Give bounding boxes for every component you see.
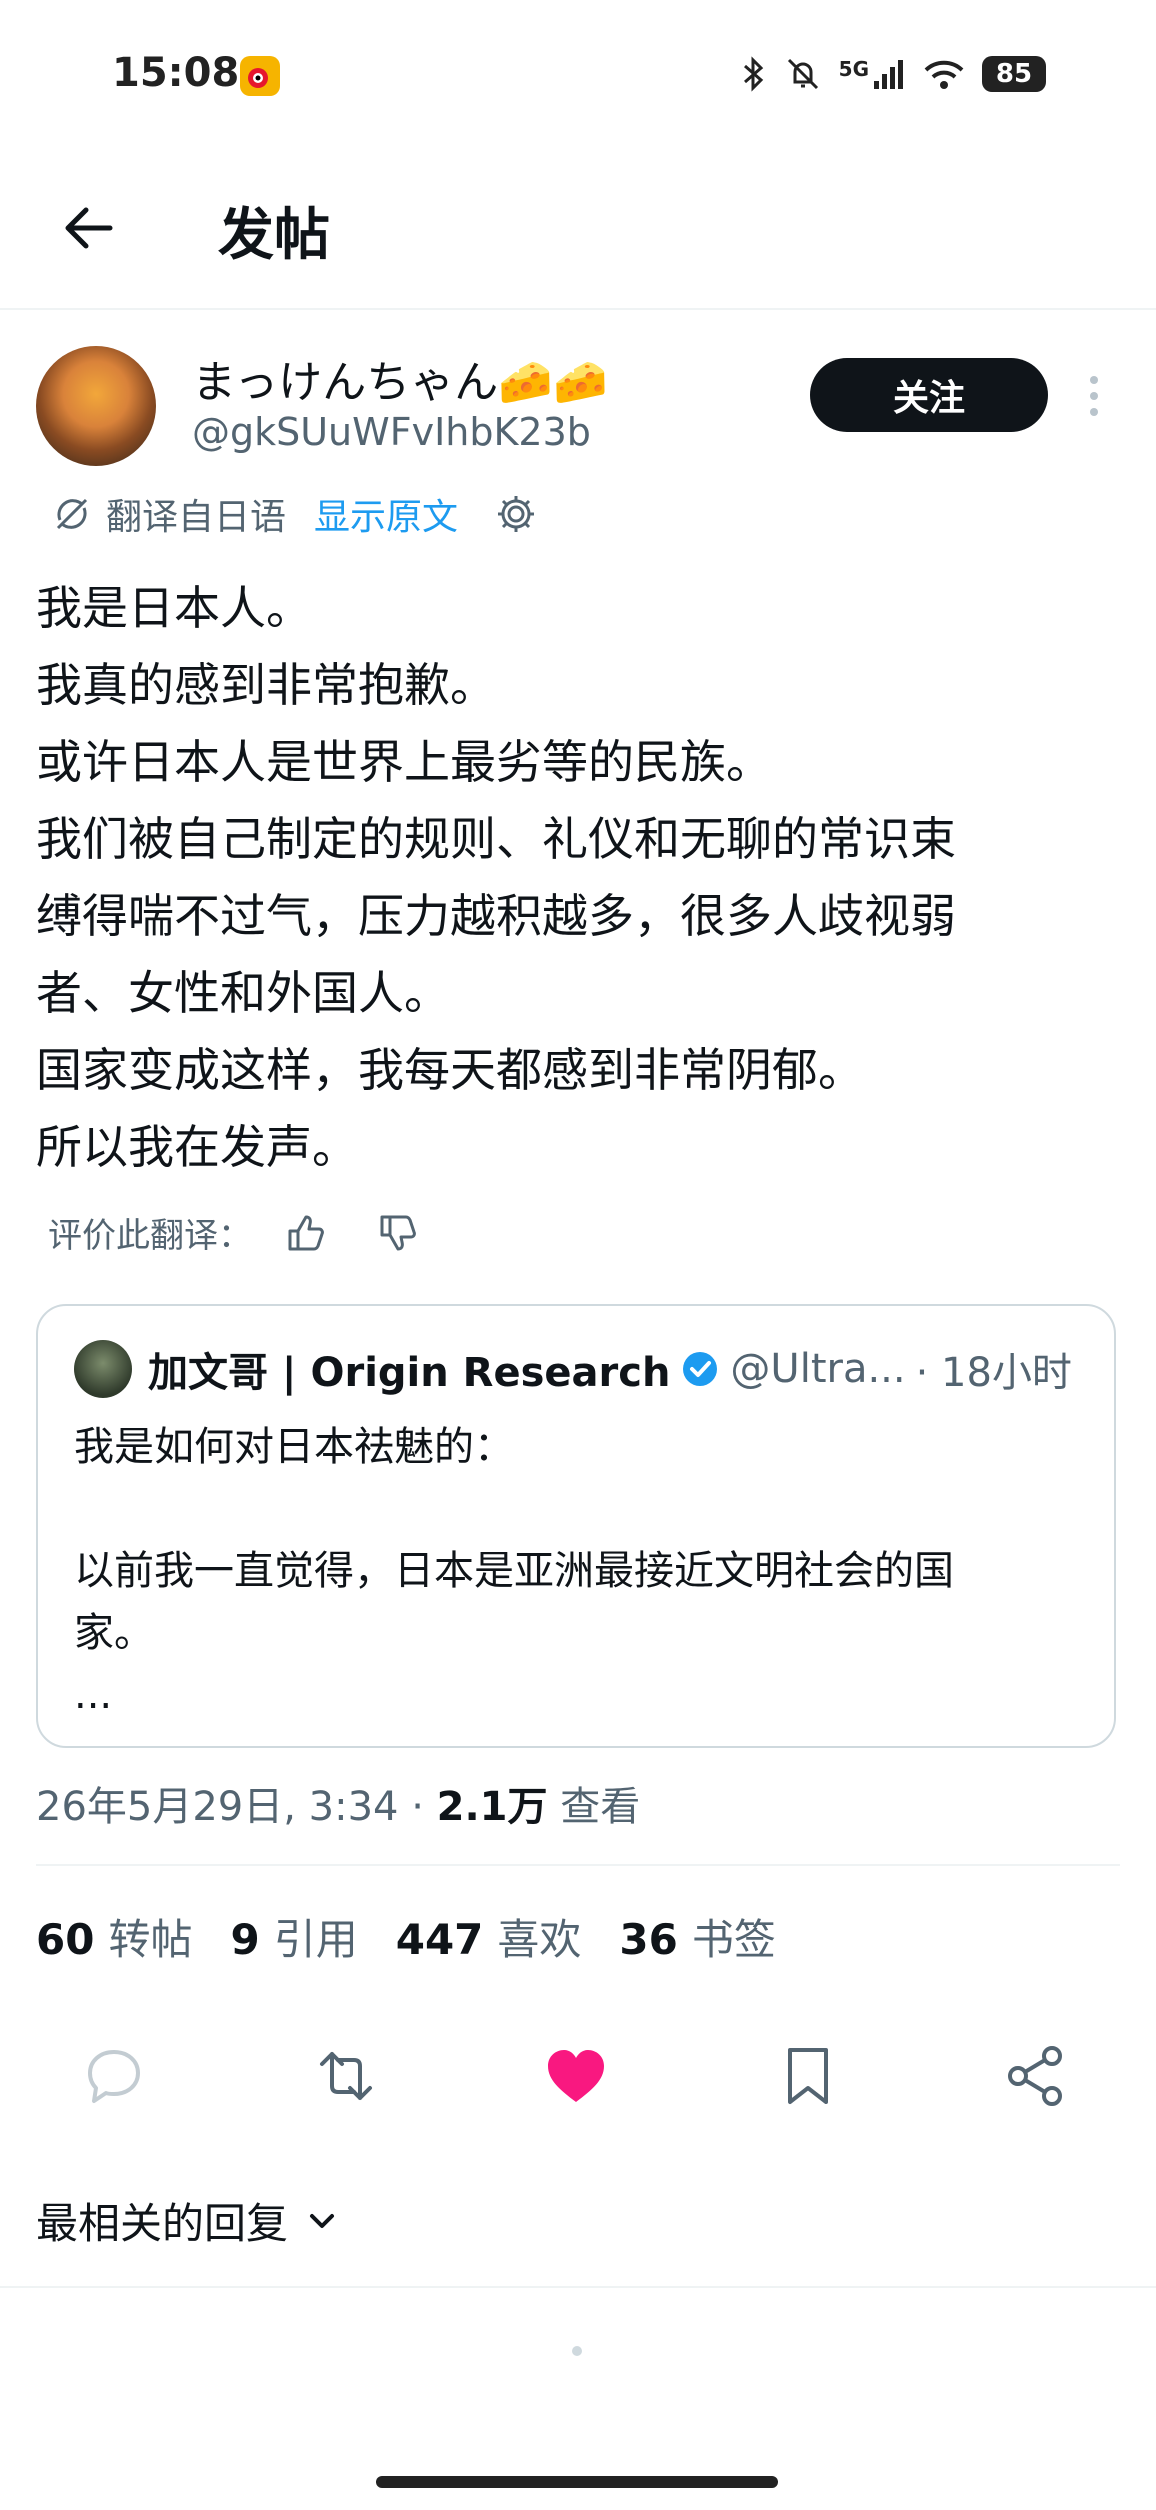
likes-stat[interactable]: 447 喜欢	[396, 1906, 582, 1967]
meta-divider	[36, 1864, 1120, 1866]
quotes-stat[interactable]: 9 引用	[230, 1906, 357, 1967]
tweet-timestamp: 26年5月29日, 3:34 · 2.1万 查看	[36, 1774, 640, 1832]
show-original-link[interactable]: 显示原文	[314, 488, 458, 540]
quoted-tweet-card[interactable]: 加文哥 | Origin Research @Ultra... · 18小时 我…	[36, 1304, 1116, 1748]
loading-indicator	[572, 2346, 582, 2356]
quoted-tweet-header: 加文哥 | Origin Research @Ultra... · 18小时	[148, 1340, 1072, 1398]
tweet-line: 我们被自己制定的规则、礼仪和无聊的常识束	[36, 812, 956, 866]
quotes-label: 引用	[273, 1915, 358, 1964]
quoted-author-name: 加文哥 | Origin Research	[148, 1350, 671, 1396]
bookmark-icon[interactable]	[772, 2040, 844, 2112]
tweet-line: 缚得喘不过气，压力越积越多，很多人歧视弱	[36, 889, 956, 943]
quoted-author-handle: @Ultra...	[730, 1346, 906, 1392]
author-name[interactable]: まっけんちゃん🧀🧀	[192, 346, 608, 410]
reply-sort-dropdown[interactable]: 最相关的回复	[36, 2190, 340, 2251]
reposts-stat[interactable]: 60 转帖	[36, 1906, 192, 1967]
share-icon[interactable]	[1000, 2040, 1072, 2112]
tweet-date: 26年5月29日, 3:34 ·	[36, 1784, 424, 1830]
gear-icon[interactable]	[494, 492, 538, 536]
page-title: 发帖	[218, 203, 330, 268]
reply-sort-label: 最相关的回复	[36, 2199, 289, 2248]
tweet-text: 我是日本人。 我真的感到非常抱歉。 或许日本人是世界上最劣等的民族。 我们被自己…	[36, 570, 1126, 1186]
header-divider	[0, 308, 1156, 310]
weibo-icon	[240, 56, 280, 96]
author-avatar[interactable]	[36, 346, 156, 466]
status-time: 15:08	[112, 50, 240, 96]
battery-level: 85	[995, 59, 1033, 89]
more-options-icon[interactable]	[1080, 374, 1108, 418]
tweet-line: 者、女性和外国人。	[36, 966, 450, 1020]
follow-button[interactable]: 关注	[810, 358, 1048, 432]
quotes-count: 9	[230, 1915, 260, 1964]
bookmarks-label: 书签	[691, 1915, 776, 1964]
translated-from-label: 翻译自日语	[106, 497, 287, 538]
quote-line	[74, 1478, 1084, 1540]
quote-line: 我是如何对日本祛魅的：	[74, 1424, 514, 1470]
tweet-line: 我是日本人。	[36, 581, 312, 635]
engagement-stats: 60 转帖 9 引用 447 喜欢 36 书签	[36, 1906, 776, 1967]
home-indicator[interactable]	[376, 2476, 778, 2488]
quote-line: ...	[74, 1672, 113, 1718]
rate-translation-row: 评价此翻译：	[48, 1208, 420, 1257]
views-label: 查看	[560, 1784, 641, 1830]
repost-icon[interactable]	[310, 2040, 382, 2112]
quoted-tweet-text: 我是如何对日本祛魅的： 以前我一直觉得，日本是亚洲最接近文明社会的国 家。 ..…	[74, 1416, 1084, 1726]
bluetooth-icon	[743, 56, 763, 92]
quoted-tweet-time: · 18小时	[915, 1350, 1072, 1396]
likes-count: 447	[395, 1915, 484, 1964]
like-icon[interactable]	[540, 2040, 612, 2112]
author-handle[interactable]: @gkSUuWFvIhbK23b	[192, 410, 591, 454]
chevron-down-icon	[310, 2213, 335, 2228]
translate-icon	[56, 498, 88, 530]
bookmarks-stat[interactable]: 36 书签	[619, 1906, 775, 1967]
reposts-label: 转帖	[108, 1915, 193, 1964]
tweet-line: 所以我在发声。	[36, 1120, 358, 1174]
quote-line: 家。	[74, 1610, 154, 1656]
quoted-author-avatar	[74, 1340, 132, 1398]
wifi-icon	[924, 60, 964, 89]
replies-divider	[0, 2286, 1156, 2288]
rate-translation-label: 评价此翻译：	[48, 1216, 252, 1256]
bookmarks-count: 36	[619, 1915, 678, 1964]
verified-badge-icon	[683, 1352, 718, 1386]
thumbs-up-icon[interactable]	[284, 1211, 328, 1255]
tweet-line: 我真的感到非常抱歉。	[36, 658, 496, 712]
thumbs-down-icon[interactable]	[376, 1211, 420, 1255]
tweet-line: 国家变成这样，我每天都感到非常阴郁。	[36, 1043, 864, 1097]
network-label: 5G	[838, 57, 869, 81]
reply-icon[interactable]	[78, 2040, 150, 2112]
battery-icon: 85	[982, 56, 1046, 92]
translation-row: 翻译自日语 显示原文	[52, 488, 538, 540]
reposts-count: 60	[36, 1915, 95, 1964]
back-arrow-icon[interactable]	[56, 196, 120, 260]
likes-label: 喜欢	[497, 1915, 582, 1964]
views-count: 2.1万	[436, 1784, 548, 1830]
signal-icon: 5G	[839, 57, 906, 91]
quote-line: 以前我一直觉得，日本是亚洲最接近文明社会的国	[74, 1548, 954, 1594]
mute-icon	[787, 58, 818, 90]
status-icons: 5G 85	[741, 52, 1046, 96]
tweet-line: 或许日本人是世界上最劣等的民族。	[36, 735, 772, 789]
